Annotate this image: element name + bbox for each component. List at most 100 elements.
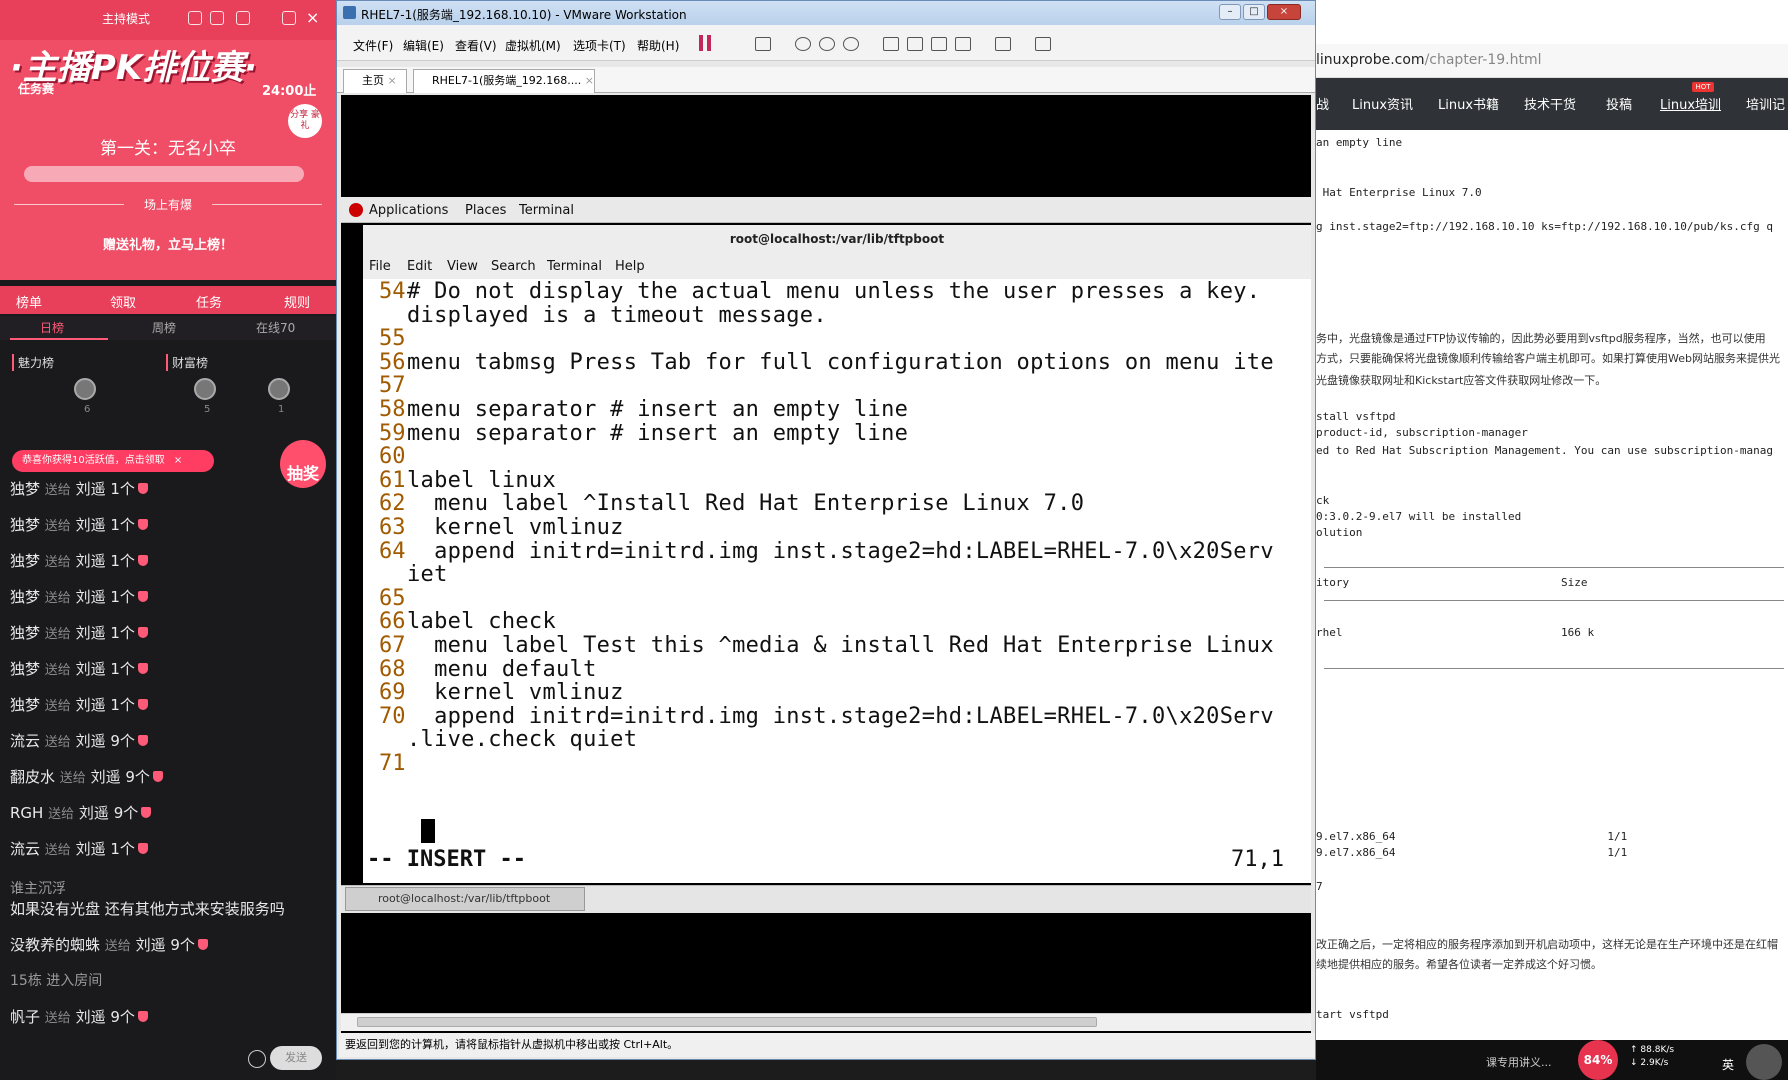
term-menu-edit[interactable]: Edit [407, 259, 432, 274]
fullscreen-icon[interactable] [931, 37, 947, 51]
sender[interactable]: 独梦 [10, 588, 40, 606]
term-menu-terminal[interactable]: Terminal [547, 259, 602, 274]
menu-help[interactable]: 帮助(H) [637, 37, 679, 54]
term-menu-help[interactable]: Help [615, 259, 645, 274]
pause-icon[interactable] [699, 35, 711, 51]
lottery-button[interactable]: 抽奖 [280, 440, 326, 488]
up-speed: 88.8K/s [1640, 1045, 1675, 1055]
close-icon[interactable]: × [388, 74, 397, 87]
charm-rank-label[interactable]: 魅力榜 [12, 354, 54, 371]
share-icon[interactable] [210, 11, 224, 25]
close-icon[interactable]: × [585, 74, 594, 87]
gift-icon [137, 735, 148, 746]
battery-indicator[interactable]: 84% [1578, 1040, 1618, 1080]
term-menu-file[interactable]: File [369, 259, 391, 274]
stretch-icon[interactable] [1035, 37, 1051, 51]
nav-item-tech[interactable]: 技术干货 [1524, 94, 1576, 113]
sender[interactable]: RGH [10, 804, 43, 822]
nav-tasks[interactable]: 任务 [196, 292, 222, 311]
send-keys-icon[interactable] [755, 37, 771, 51]
tab-rhel7[interactable]: RHEL7-1(服务端_192.168.... × [413, 69, 595, 93]
nav-item-linux-books[interactable]: Linux书籍 [1438, 94, 1499, 113]
nav-item-linux-news[interactable]: Linux资讯 [1352, 94, 1413, 113]
sender[interactable]: 帆子 [10, 1008, 40, 1026]
avatar[interactable] [74, 378, 96, 400]
divider [1324, 668, 1784, 669]
thumbnail-icon[interactable] [907, 37, 923, 51]
maximize-button[interactable]: □ [1243, 4, 1265, 20]
gnome-applications[interactable]: Applications [369, 203, 448, 218]
nav-leaderboard[interactable]: 榜单 [16, 292, 42, 311]
live-panel: 主持模式 × ·主播PK排位赛· 任务赛 24:00止 分享 豪礼 第一关：无名… [0, 0, 336, 1080]
sender[interactable]: 独梦 [10, 552, 40, 570]
host-mode-label[interactable]: 主持模式 [102, 10, 150, 27]
nav-claim[interactable]: 领取 [110, 292, 136, 311]
nav-item-submit[interactable]: 投稿 [1606, 94, 1632, 113]
tab-weekly[interactable]: 周榜 [152, 319, 176, 336]
maximize-icon[interactable] [282, 11, 296, 25]
menu-edit[interactable]: 编辑(E) [403, 37, 444, 54]
minimize-button[interactable]: – [1219, 4, 1241, 20]
menu-file[interactable]: 文件(F) [353, 37, 393, 54]
sender[interactable]: 独梦 [10, 696, 40, 714]
sender[interactable]: 流云 [10, 732, 40, 750]
line-number: 54 [379, 279, 406, 304]
scrollbar-thumb[interactable] [357, 1017, 1097, 1027]
receiver: 刘遥 [78, 804, 109, 822]
snapshot-icon[interactable] [795, 37, 811, 51]
ime-indicator[interactable]: 英 [1722, 1056, 1734, 1073]
revert-snapshot-icon[interactable] [819, 37, 835, 51]
settings-icon[interactable] [188, 11, 202, 25]
term-menu-view[interactable]: View [447, 259, 478, 274]
nav-rules[interactable]: 规则 [284, 292, 310, 311]
line-number: 57 [379, 373, 406, 399]
code-line: menu separator # insert an empty line [407, 420, 909, 446]
close-icon[interactable]: × [306, 8, 319, 27]
sidebar-icon[interactable] [883, 37, 899, 51]
avatar[interactable] [194, 378, 216, 400]
term-menu-search[interactable]: Search [491, 259, 536, 274]
console-icon[interactable] [995, 37, 1011, 51]
list-item: 独梦 送给 刘遥 1个 [10, 478, 148, 499]
menu-vm[interactable]: 虚拟机(M) [505, 37, 561, 54]
taskbar-terminal-item[interactable]: root@localhost:/var/lib/tftpboot [345, 887, 585, 911]
send-button[interactable]: 发送 [270, 1046, 322, 1070]
sender[interactable]: 独梦 [10, 624, 40, 642]
list-item: 没教养的蜘蛛 送给 刘遥 9个 [10, 934, 208, 955]
gnome-places[interactable]: Places [465, 203, 506, 218]
unity-icon[interactable] [955, 37, 971, 51]
sender[interactable]: 没教养的蜘蛛 [10, 936, 100, 954]
sender[interactable]: 流云 [10, 840, 40, 858]
gift-cta[interactable]: 赠送礼物，立马上榜！ [0, 234, 336, 253]
count: 1个 [110, 480, 135, 498]
tab-online[interactable]: 在线70 [256, 319, 295, 336]
close-icon[interactable]: × [174, 455, 182, 466]
close-button[interactable]: × [1267, 4, 1301, 20]
divider [212, 204, 322, 205]
active-reward-notice[interactable]: 恭喜你获得10活跃值，点击领取 × [12, 450, 214, 472]
tab-daily[interactable]: 日榜 [40, 319, 64, 336]
menu-icon[interactable] [236, 11, 250, 25]
chat-username[interactable]: 谁主沉浮 [10, 878, 66, 898]
gnome-terminal[interactable]: Terminal [519, 203, 574, 218]
share-gift-badge[interactable]: 分享 豪礼 [288, 104, 322, 138]
line-number: 62 [379, 491, 406, 517]
nav-item-more[interactable]: 培训记 [1746, 94, 1785, 113]
menu-tabs[interactable]: 选项卡(T) [573, 37, 626, 54]
sender[interactable]: 独梦 [10, 480, 40, 498]
menu-view[interactable]: 查看(V) [455, 37, 497, 54]
avatar[interactable] [1746, 1044, 1782, 1080]
sender[interactable]: 独梦 [10, 660, 40, 678]
sender[interactable]: 翻皮水 [10, 768, 55, 786]
emoji-icon[interactable] [248, 1050, 266, 1068]
wealth-rank-label[interactable]: 财富榜 [166, 354, 208, 371]
nav-item-linux-training[interactable]: Linux培训 [1660, 94, 1721, 113]
code-line: product-id, subscription-manager [1316, 426, 1528, 439]
nav-item[interactable]: 战 [1316, 94, 1329, 113]
tab-home[interactable]: 主页 × [343, 69, 407, 93]
avatar[interactable] [268, 378, 290, 400]
snapshot-manager-icon[interactable] [843, 37, 859, 51]
sender[interactable]: 独梦 [10, 516, 40, 534]
gift-icon [152, 771, 163, 782]
url-text[interactable]: linuxprobe.com/chapter-19.html [1316, 52, 1541, 68]
